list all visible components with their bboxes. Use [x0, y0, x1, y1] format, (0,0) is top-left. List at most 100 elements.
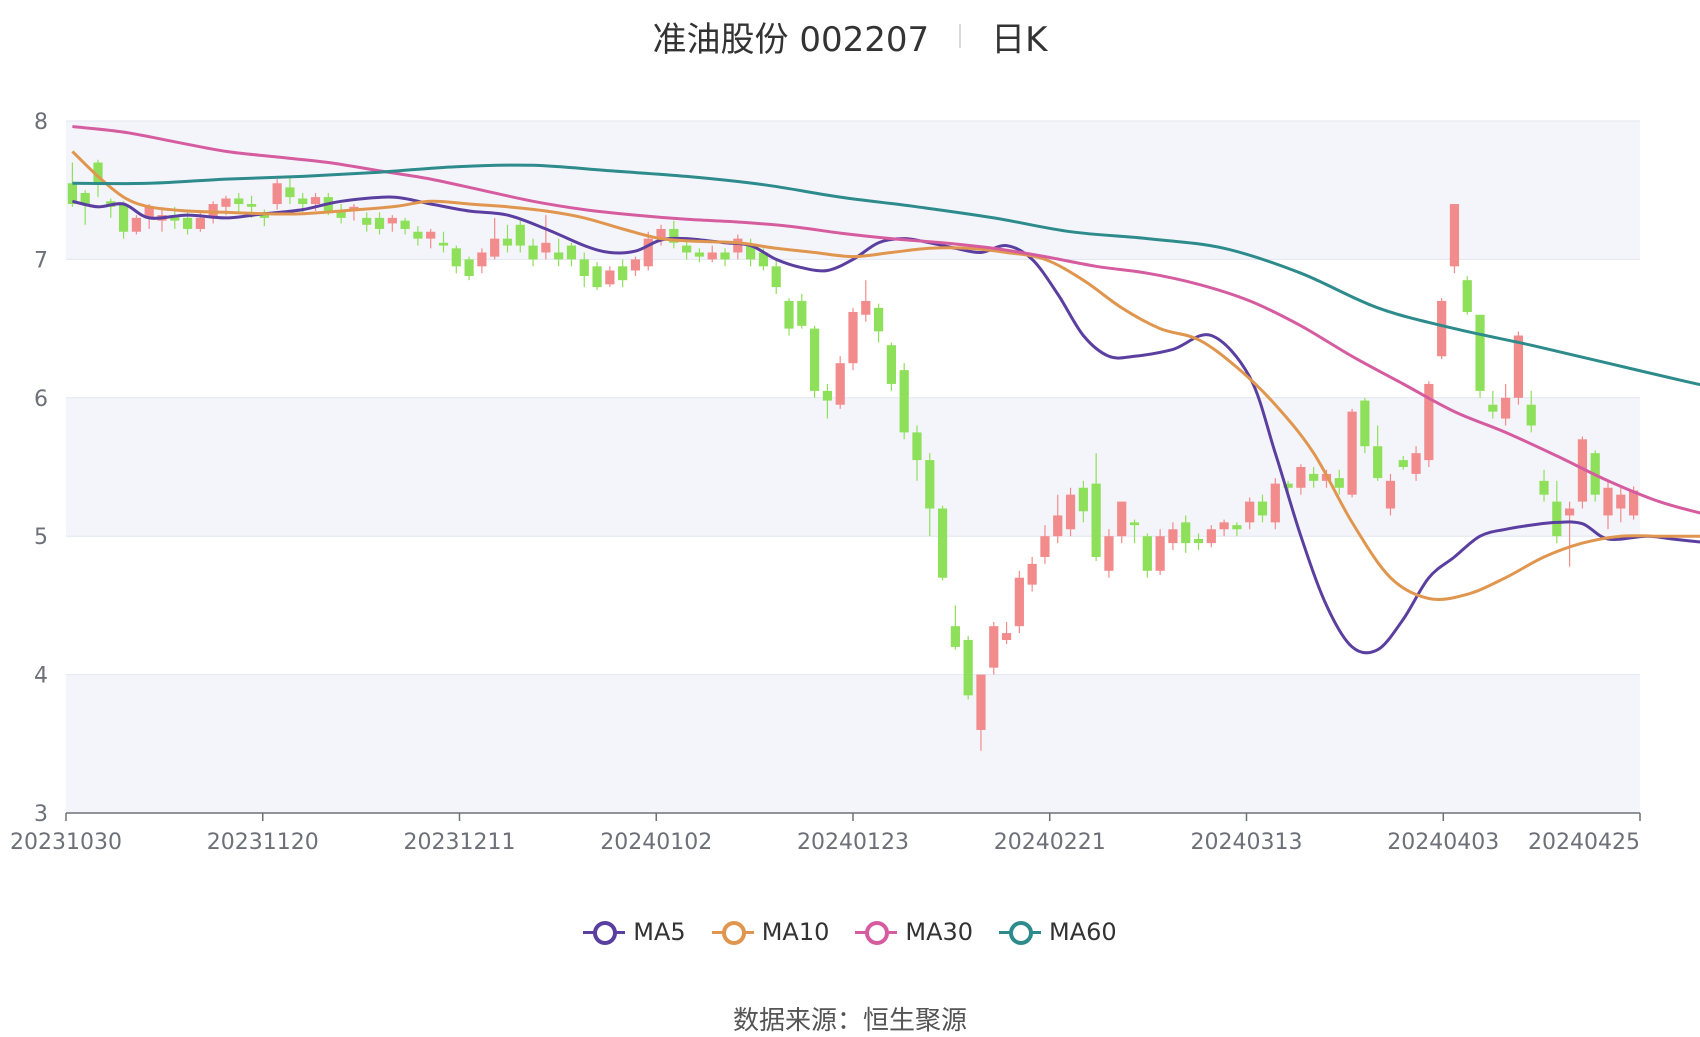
legend-label: MA5: [633, 918, 686, 946]
candle-body: [554, 252, 564, 260]
candle-body: [1168, 529, 1178, 544]
candle: [1065, 487, 1076, 537]
candle-body: [1513, 335, 1524, 398]
candle-body: [1385, 480, 1396, 509]
candle-body: [886, 345, 896, 384]
candle-body: [1565, 508, 1575, 516]
candle-body: [285, 187, 295, 198]
legend-marker: [855, 920, 898, 945]
candle: [1360, 397, 1370, 454]
candle-body: [733, 238, 743, 253]
x-axis: 20231030 20231120 20231211 20240102 20240123…: [10, 812, 1641, 855]
candle-body: [630, 259, 641, 271]
x-tick-label: 20240102: [600, 830, 712, 855]
candle-body: [1398, 460, 1408, 467]
candle-body: [1014, 577, 1024, 627]
candle-body: [1027, 563, 1037, 585]
candle-body: [1462, 280, 1472, 312]
candle-body: [1437, 300, 1447, 357]
x-tick-label: 20231211: [404, 830, 516, 855]
y-tick-label: 8: [34, 110, 48, 135]
candle-body: [873, 307, 884, 332]
candle-body: [438, 242, 449, 246]
candle: [1270, 478, 1280, 530]
x-tick-label: 20240313: [1191, 830, 1303, 855]
candle-body: [963, 640, 973, 696]
legend-item-ma60[interactable]: MA60: [999, 918, 1117, 946]
source-value: 恒生聚源: [863, 1006, 968, 1036]
candle: [592, 262, 602, 290]
grid-band: [66, 121, 1640, 260]
candle: [605, 266, 615, 288]
candle-body: [566, 245, 577, 260]
legend-item-ma5[interactable]: MA5: [583, 918, 686, 946]
candle-body: [707, 252, 717, 260]
candle-body: [1373, 446, 1383, 479]
candle-body: [784, 300, 794, 329]
candle: [784, 298, 794, 336]
x-tick-label: 20240425: [1528, 830, 1640, 855]
candle: [937, 505, 948, 581]
y-tick-label: 7: [34, 248, 48, 273]
candle-body: [1117, 501, 1127, 537]
candle-body: [1206, 529, 1216, 544]
candle-body: [477, 252, 487, 267]
candle-body: [310, 197, 321, 205]
x-tick-label: 20240123: [797, 830, 909, 855]
candle: [566, 242, 577, 267]
source-label: 数据来源：: [732, 1006, 863, 1036]
candle-body: [1347, 411, 1357, 495]
candle-body: [528, 245, 538, 260]
candle-body: [1053, 515, 1063, 537]
y-tick-label: 4: [34, 664, 48, 689]
legend-item-ma30[interactable]: MA30: [855, 918, 973, 946]
candle-body: [1232, 525, 1242, 530]
candle: [950, 605, 960, 650]
x-tick-label: 20240221: [994, 830, 1106, 855]
candlestick-chart: 345678 20231030 20231120 20231211 20240102 2…: [10, 110, 1700, 855]
legend-item-ma10[interactable]: MA10: [711, 918, 829, 946]
candle-body: [221, 198, 231, 207]
candle-body: [797, 300, 807, 326]
legend: MA5 MA10 MA30 MA60: [0, 918, 1700, 946]
candle-body: [1065, 494, 1076, 530]
candle-body: [1296, 467, 1306, 488]
candle-body: [1360, 400, 1370, 447]
candle-body: [182, 217, 193, 229]
candle: [1347, 408, 1357, 498]
legend-label: MA60: [1049, 918, 1117, 946]
candle-body: [1270, 483, 1280, 523]
candle-body: [1040, 536, 1050, 557]
candle-body: [118, 204, 129, 232]
legend-dot: [1009, 921, 1034, 945]
candle-body: [1334, 478, 1344, 488]
candle-body: [848, 311, 858, 364]
candle-body: [720, 252, 730, 260]
candle-body: [925, 460, 935, 509]
legend-dot: [721, 921, 746, 945]
candle: [989, 622, 999, 675]
candle-body: [1193, 538, 1204, 544]
candle-body: [912, 432, 922, 461]
candle-body: [694, 252, 705, 257]
candle-body: [400, 220, 410, 229]
candle: [873, 303, 884, 343]
candle-body: [976, 674, 986, 730]
candle-body: [835, 363, 845, 405]
candle-body: [1142, 536, 1152, 571]
candle: [131, 215, 141, 235]
candle-body: [1552, 501, 1562, 537]
candle-body: [1603, 487, 1613, 516]
x-tick-label: 20231120: [207, 830, 319, 855]
candle: [1014, 570, 1024, 634]
candle-body: [810, 328, 820, 391]
candle: [1577, 436, 1588, 509]
candle: [1142, 533, 1152, 578]
candle-body: [464, 259, 474, 277]
candle-body: [387, 217, 397, 224]
candle-body: [1104, 536, 1114, 571]
candle-body: [989, 626, 999, 668]
candle-body: [1245, 501, 1255, 523]
y-tick-label: 5: [34, 525, 48, 550]
candle: [1027, 556, 1037, 592]
